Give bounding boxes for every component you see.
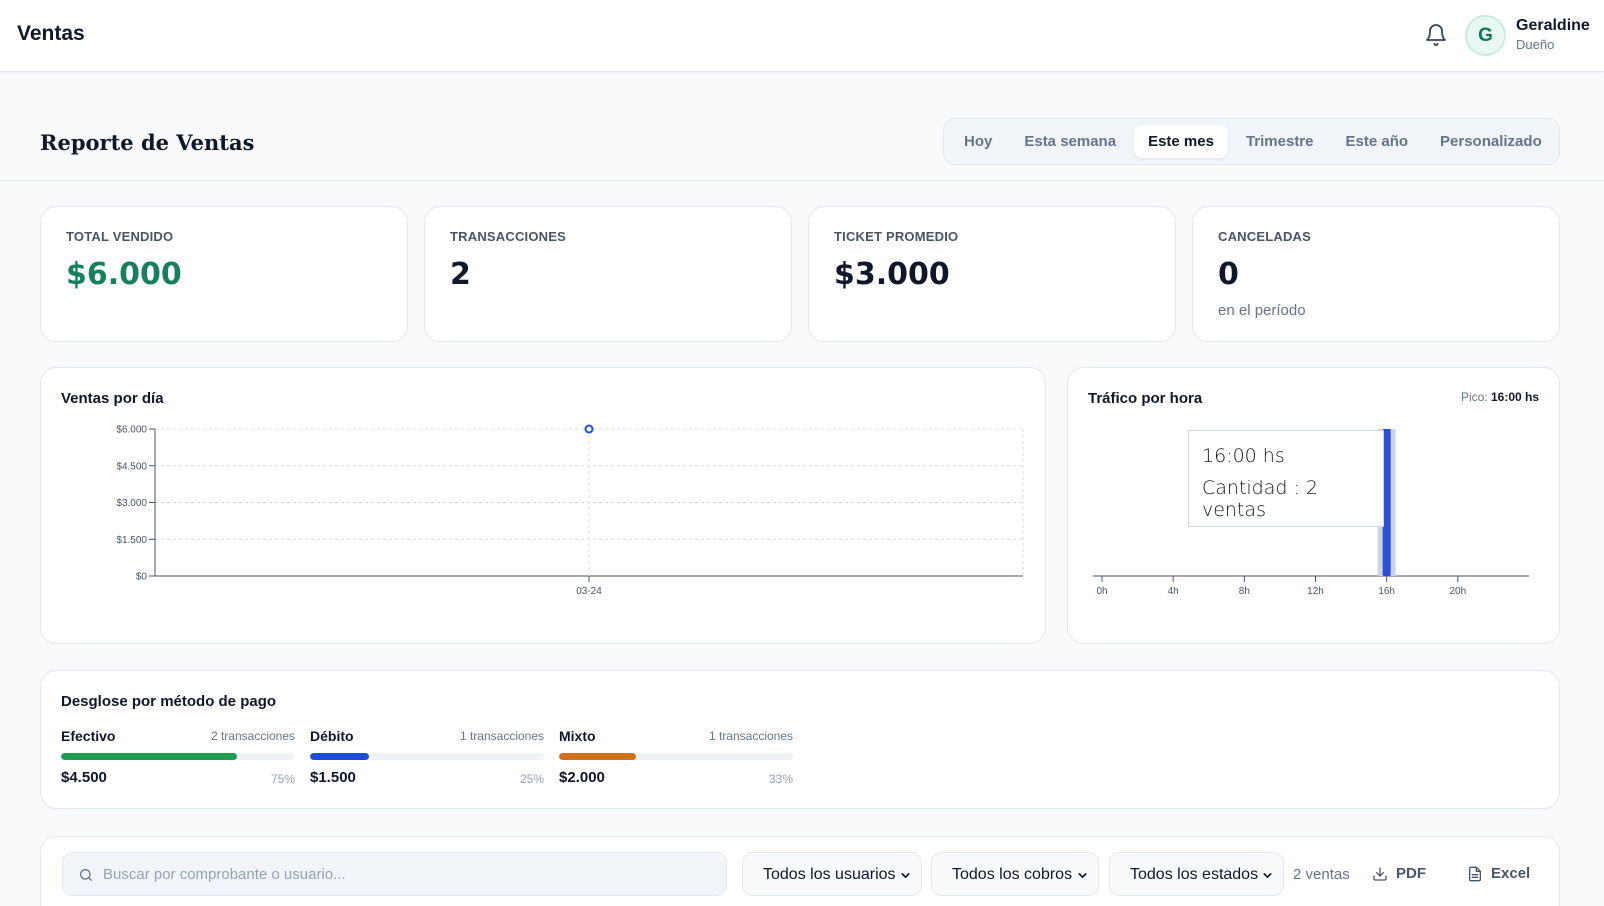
payment-method-amount: $4.500: [61, 769, 107, 786]
export-pdf-label: PDF: [1396, 865, 1426, 882]
payment-method-percent: 25%: [519, 772, 544, 786]
payment-method-count: 1 transacciones: [459, 729, 544, 743]
user-role: Dueño: [1516, 37, 1555, 52]
download-icon: [1373, 866, 1387, 881]
app-title: Ventas: [17, 22, 85, 45]
y-tick-label: $1.500: [116, 535, 147, 546]
stat-value: $3.000: [834, 257, 950, 292]
users-select-value: Todos los usuarios: [763, 866, 896, 883]
tab-este-ano[interactable]: Este año: [1332, 125, 1423, 158]
daily-sales-chart: $0 $1.500 $3.000 $4.500 $6.000 03-24: [116, 424, 1024, 597]
user-name: Geraldine: [1516, 17, 1590, 34]
x-tick-label: 16h: [1378, 586, 1395, 597]
y-tick-label: $0: [136, 572, 148, 583]
page-title: Reporte de Ventas: [40, 130, 255, 155]
states-select[interactable]: Todos los estados: [1109, 852, 1284, 896]
y-tick-label: $3.000: [116, 498, 147, 509]
stat-value: 2: [450, 257, 471, 292]
x-tick-label: 20h: [1449, 586, 1466, 597]
period-tabs: Hoy Esta semana Este mes Trimestre Este …: [943, 118, 1560, 165]
filters-bar: Todos los usuarios Todos los cobros Todo…: [40, 836, 1560, 906]
payment-method-name: Débito: [310, 728, 354, 744]
payment-method-percent: 75%: [270, 772, 295, 786]
daily-sales-card: Ventas por día $0 $1.500 $3.000 $4.500 $6.00…: [40, 367, 1046, 644]
stat-card-avg-ticket: TICKET PROMEDIO $3.000: [808, 206, 1176, 342]
payment-method-count: 2 transacciones: [210, 729, 295, 743]
top-bar: Ventas G Geraldine Dueño: [0, 0, 1604, 72]
payment-progress-fill: [310, 753, 369, 760]
x-tick-label: 4h: [1168, 586, 1179, 597]
stat-label: CANCELADAS: [1218, 229, 1311, 244]
y-tick-label: $4.500: [116, 461, 147, 472]
tab-trimestre[interactable]: Trimestre: [1232, 125, 1328, 158]
payment-progress-track: [61, 753, 295, 760]
payment-progress-fill: [61, 753, 237, 760]
users-select[interactable]: Todos los usuarios: [742, 852, 922, 896]
data-point: [584, 424, 594, 434]
x-tick-label: 12h: [1307, 586, 1324, 597]
stat-label: TRANSACCIONES: [450, 229, 566, 244]
x-tick-label: 8h: [1239, 586, 1250, 597]
payment-progress-track: [559, 753, 793, 760]
tab-esta-semana[interactable]: Esta semana: [1010, 125, 1130, 158]
stat-card-cancelled: CANCELADAS 0 en el período: [1192, 206, 1560, 342]
chevron-down-icon: [901, 873, 910, 878]
x-tick-label: 0h: [1096, 586, 1107, 597]
bell-icon[interactable]: [1424, 23, 1448, 47]
chevron-down-icon: [1263, 873, 1272, 878]
stat-value: 0: [1218, 257, 1239, 292]
y-tick-label: $6.000: [116, 425, 147, 436]
charges-select[interactable]: Todos los cobros: [931, 852, 1099, 896]
payment-method-amount: $2.000: [559, 769, 605, 786]
payment-method-count: 1 transacciones: [708, 729, 793, 743]
charges-select-value: Todos los cobros: [952, 866, 1073, 883]
stat-card-transactions: TRANSACCIONES 2: [424, 206, 792, 342]
stat-label: TICKET PROMEDIO: [834, 229, 959, 244]
export-excel-button[interactable]: Excel: [1467, 865, 1530, 882]
search-input[interactable]: [103, 853, 703, 895]
stat-subtext: en el período: [1218, 302, 1306, 319]
avatar[interactable]: G: [1465, 15, 1506, 56]
stat-label: TOTAL VENDIDO: [66, 229, 174, 244]
payment-method-name: Mixto: [559, 728, 596, 744]
tab-este-mes[interactable]: Este mes: [1134, 125, 1228, 158]
tooltip-count: Cantidad : 2 ventas: [1202, 477, 1319, 521]
payment-method-name: Efectivo: [61, 728, 116, 744]
payment-progress-track: [310, 753, 544, 760]
stat-value: $6.000: [66, 257, 182, 292]
stat-card-total: TOTAL VENDIDO $6.000: [40, 206, 408, 342]
payment-method-percent: 33%: [768, 772, 793, 786]
card-title: Desglose por método de pago: [61, 693, 277, 710]
tab-hoy[interactable]: Hoy: [950, 125, 1006, 158]
chevron-down-icon: [1078, 873, 1087, 878]
payment-breakdown-card: Desglose por método de pago Efectivo 2 t…: [40, 670, 1560, 809]
tooltip-time: 16:00 hs: [1202, 445, 1285, 467]
x-tick-label: 03-24: [576, 586, 602, 597]
payment-method-amount: $1.500: [310, 769, 356, 786]
chart-tooltip: 16:00 hs Cantidad : 2 ventas: [1188, 430, 1384, 527]
search-box: [62, 852, 727, 896]
states-select-value: Todos los estados: [1130, 866, 1259, 883]
export-excel-label: Excel: [1491, 865, 1531, 882]
page-header: Reporte de Ventas Hoy Esta semana Este m…: [0, 72, 1604, 181]
tab-personalizado[interactable]: Personalizado: [1426, 125, 1556, 158]
payment-progress-fill: [559, 753, 637, 760]
export-pdf-button[interactable]: PDF: [1372, 865, 1426, 882]
results-count: 2 ventas: [1293, 866, 1350, 883]
search-icon: [80, 869, 92, 881]
spreadsheet-icon: [1469, 866, 1481, 881]
